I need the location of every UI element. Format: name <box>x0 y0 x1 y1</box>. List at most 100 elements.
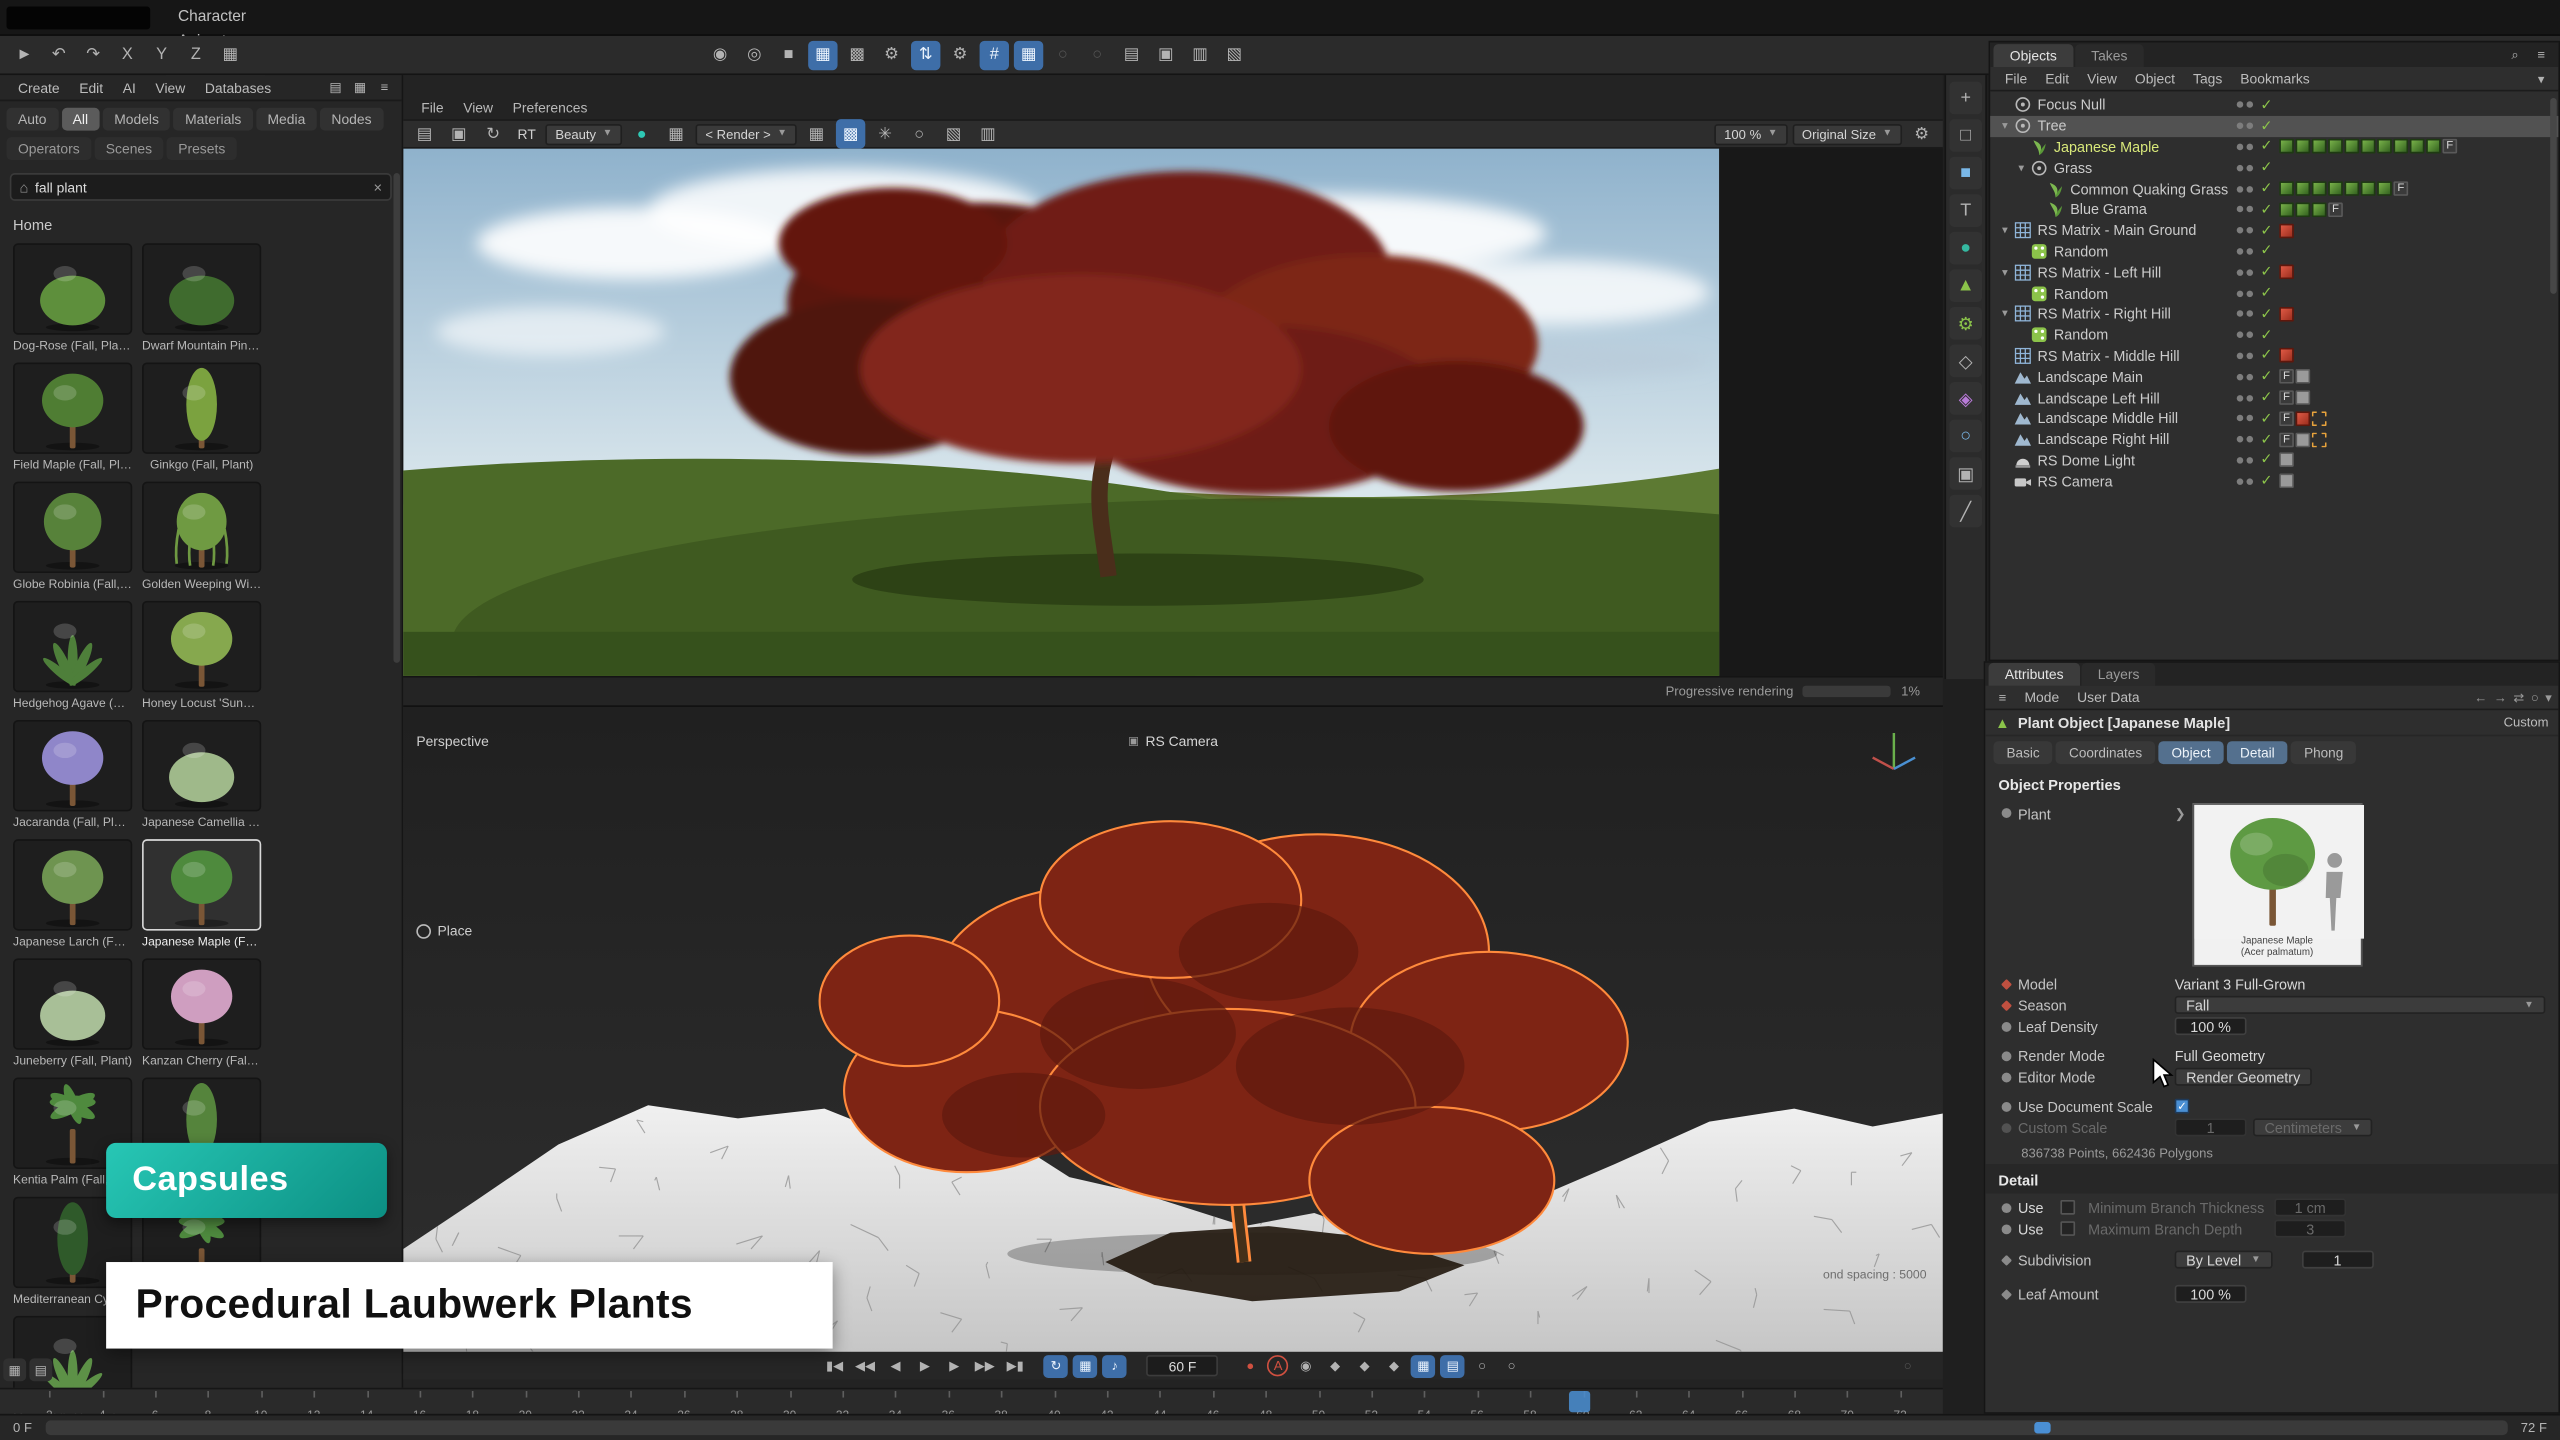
enabled-check-icon[interactable]: ✓ <box>2260 284 2272 302</box>
tag-leaf-chip[interactable] <box>2296 140 2311 155</box>
render-active-view[interactable]: ◉ <box>705 40 734 69</box>
model-select[interactable]: Variant 3 Full-Grown <box>2175 976 2306 992</box>
tag-leaf-chip[interactable] <box>2361 181 2376 196</box>
tag-rs-chip[interactable] <box>2279 223 2294 238</box>
ruler-tick[interactable]: 36 <box>922 1389 975 1413</box>
object-row-tree[interactable]: ▾Tree✓ <box>1990 116 2558 137</box>
subdivision-mode-select[interactable]: By Level▼ <box>2175 1251 2272 1269</box>
cube-primitive-tool[interactable]: ■ <box>1949 157 1982 190</box>
visibility-dots[interactable] <box>2237 290 2253 297</box>
perspective-viewport[interactable]: Perspective ▣RS Camera Place ond spacing… <box>403 705 1943 1350</box>
stage-tools[interactable]: ▣ <box>1151 40 1180 69</box>
ruler-tick[interactable]: 64 <box>1662 1389 1715 1413</box>
tag-leaf-chip[interactable] <box>2377 181 2392 196</box>
enabled-check-icon[interactable]: ✓ <box>2260 368 2272 386</box>
custom-scale-field[interactable]: 1 <box>2175 1118 2247 1136</box>
season-select[interactable]: Fall▼ <box>2175 996 2546 1014</box>
key-position-toggle[interactable]: ◆ <box>1323 1354 1347 1377</box>
attr-tab-attributes[interactable]: Attributes <box>1989 663 2080 686</box>
enabled-check-icon[interactable]: ✓ <box>2260 201 2272 219</box>
text-tool[interactable]: T <box>1949 194 1982 227</box>
hamburger-icon[interactable]: ≡ <box>1992 687 2013 708</box>
key-parameter-toggle[interactable]: ▦ <box>1411 1354 1435 1377</box>
collapse-icon[interactable]: ▾ <box>2013 161 2029 174</box>
render-viewport[interactable] <box>403 149 1943 676</box>
asset-item[interactable]: Dog-Rose (Fall, Plant) <box>13 243 132 352</box>
object-row-rs-camera[interactable]: RS Camera✓ <box>1990 471 2558 492</box>
viewport-label[interactable]: Perspective <box>416 733 489 749</box>
region-icon[interactable]: ▩ <box>836 119 865 148</box>
edit-render-settings[interactable]: ■ <box>774 40 803 69</box>
interactive-render-region[interactable]: ▦ <box>808 40 837 69</box>
tag-rs-chip[interactable] <box>2279 348 2294 363</box>
circle-select-icon[interactable]: ○ <box>905 119 934 148</box>
subdivision-field[interactable]: 1 <box>2302 1251 2374 1269</box>
object-row-rs-matrix-left-hill[interactable]: ▾RS Matrix - Left Hill✓ <box>1990 262 2558 283</box>
solo-object-button[interactable]: ○ <box>1499 1354 1523 1377</box>
collapse-icon[interactable]: ▾ <box>1997 119 2013 132</box>
enabled-check-icon[interactable]: ✓ <box>2260 138 2272 156</box>
project-settings[interactable]: ⚙ <box>877 40 906 69</box>
object-row-blue-grama[interactable]: Blue Grama✓F <box>1990 199 2558 220</box>
size-select[interactable]: Original Size▼ <box>1792 123 1902 144</box>
ruler-tick[interactable]: 4 <box>76 1389 129 1413</box>
ruler-tick[interactable]: 70 <box>1821 1389 1874 1413</box>
leaf-amount-field[interactable]: 100 % <box>2175 1285 2247 1303</box>
redo-button[interactable]: ↷ <box>78 40 107 69</box>
om-menu-object[interactable]: Object <box>2127 69 2183 89</box>
axis-gizmo[interactable] <box>1864 723 1923 782</box>
tag-leaf-chip[interactable] <box>2279 202 2294 217</box>
search-input[interactable] <box>35 179 367 195</box>
tag-leaf-chip[interactable] <box>2377 140 2392 155</box>
asset-item[interactable]: Japanese Camellia (Fall, Plant) <box>142 720 261 829</box>
enabled-check-icon[interactable]: ✓ <box>2260 410 2272 428</box>
ruler-tick[interactable]: 14 <box>340 1389 393 1413</box>
tag-leaf-chip[interactable] <box>2312 181 2327 196</box>
render-pass-select[interactable]: Beauty▼ <box>546 123 623 144</box>
range-slider[interactable] <box>45 1420 2508 1435</box>
visibility-dots[interactable] <box>2237 353 2253 360</box>
key-rotation-toggle[interactable]: ◆ <box>1382 1354 1406 1377</box>
tag-gray-chip[interactable] <box>2296 369 2311 384</box>
object-row-common-quaking-grass[interactable]: Common Quaking Grass✓F <box>1990 178 2558 199</box>
rt-label[interactable]: RT <box>513 126 541 142</box>
object-row-random[interactable]: Random✓ <box>1990 325 2558 346</box>
ruler-tick[interactable]: 24 <box>605 1389 658 1413</box>
ruler-tick[interactable]: 8 <box>182 1389 235 1413</box>
tag-leaf-chip[interactable] <box>2296 181 2311 196</box>
section-tab-coordinates[interactable]: Coordinates <box>2056 741 2155 764</box>
play-button[interactable]: ▶ <box>913 1354 937 1377</box>
tag-leaf-chip[interactable] <box>2328 140 2343 155</box>
tag-leaf-chip[interactable] <box>2410 140 2425 155</box>
asset-scrollbar[interactable] <box>393 173 400 663</box>
object-row-landscape-middle-hill[interactable]: Landscape Middle Hill✓F <box>1990 408 2558 429</box>
pen-tool[interactable]: ╱ <box>1949 495 1982 528</box>
capsule-tool[interactable]: ⚙ <box>1949 307 1982 340</box>
tag-gray-chip[interactable] <box>2296 390 2311 405</box>
category-tab-presets[interactable]: Presets <box>167 137 237 160</box>
tag-phong-chip[interactable]: F <box>2393 181 2408 196</box>
timeline-mode-icon[interactable]: ▦ <box>3 1358 26 1381</box>
tag-leaf-chip[interactable] <box>2312 202 2327 217</box>
ruler-tick[interactable]: 66 <box>1715 1389 1768 1413</box>
rectangle-select-tool[interactable]: □ <box>1949 119 1982 152</box>
workplane-mode-a[interactable]: ○ <box>1048 40 1077 69</box>
enabled-check-icon[interactable]: ✓ <box>2260 117 2272 135</box>
expand-icon[interactable]: ▧ <box>939 119 968 148</box>
enabled-check-icon[interactable]: ✓ <box>2260 222 2272 240</box>
clear-search-icon[interactable]: × <box>373 179 382 195</box>
grid-icon[interactable]: ▦ <box>661 119 690 148</box>
film-tools[interactable]: ▤ <box>1117 40 1146 69</box>
collapse-icon[interactable]: ▾ <box>1997 266 2013 279</box>
tag-orange-chip[interactable] <box>2312 411 2327 426</box>
visibility-dots[interactable] <box>2237 415 2253 422</box>
move-tool[interactable]: + <box>1949 82 1982 115</box>
ruler-tick[interactable]: 26 <box>657 1389 710 1413</box>
tag-phong-chip[interactable]: F <box>2279 369 2294 384</box>
visibility-dots[interactable] <box>2237 144 2253 151</box>
asset-item[interactable]: Hedgehog Agave (Fall, Plant) <box>13 601 132 710</box>
go-to-start-button[interactable]: ▮◀ <box>822 1354 846 1377</box>
ruler-tick[interactable]: 44 <box>1133 1389 1186 1413</box>
current-frame-marker[interactable] <box>1569 1391 1590 1412</box>
tag-leaf-chip[interactable] <box>2344 181 2359 196</box>
